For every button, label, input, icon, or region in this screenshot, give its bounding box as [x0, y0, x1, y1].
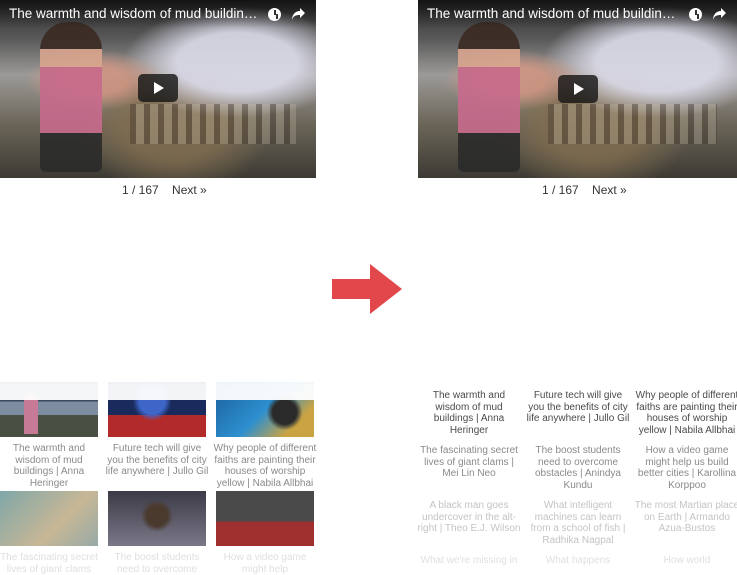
- video-caption[interactable]: The boost students need to overcome: [104, 552, 210, 575]
- video-caption[interactable]: Future tech will give you the benefits o…: [525, 390, 631, 425]
- video-caption[interactable]: How a video game might help: [212, 552, 318, 575]
- pager: 1 / 167 Next »: [542, 183, 627, 197]
- share-icon[interactable]: [291, 7, 306, 21]
- video-caption[interactable]: The most Martian place on Earth | Armand…: [634, 500, 737, 535]
- video-caption[interactable]: Why people of different faiths are paint…: [212, 443, 318, 489]
- clock-icon[interactable]: [689, 8, 702, 21]
- background-crowd: [130, 104, 296, 144]
- video-player[interactable]: The warmth and wisdom of mud buildings |…: [418, 0, 737, 178]
- speaker-figure: [458, 22, 520, 172]
- right-panel: The warmth and wisdom of mud buildings |…: [417, 0, 737, 566]
- video-title[interactable]: The warmth and wisdom of mud buildings |…: [9, 6, 258, 21]
- video-caption[interactable]: The boost students need to overcome obst…: [525, 445, 631, 491]
- video-thumbnail[interactable]: [108, 491, 206, 546]
- play-button[interactable]: [558, 75, 598, 103]
- video-caption[interactable]: The fascinating secret lives of giant cl…: [0, 552, 102, 575]
- video-thumbnail[interactable]: [216, 491, 314, 546]
- play-button[interactable]: [138, 74, 178, 102]
- video-caption[interactable]: How world: [634, 555, 737, 567]
- arrow-right-icon: [332, 264, 402, 314]
- next-page-link[interactable]: Next »: [592, 183, 627, 197]
- video-thumbnail[interactable]: [108, 382, 206, 437]
- next-page-link[interactable]: Next »: [172, 183, 207, 197]
- video-caption[interactable]: What we're missing in: [416, 555, 522, 567]
- left-panel: The warmth and wisdom of mud buildings |…: [0, 0, 316, 575]
- video-caption[interactable]: The warmth and wisdom of mud buildings |…: [0, 443, 102, 489]
- page-indicator: 1 / 167: [122, 183, 159, 197]
- video-caption[interactable]: Why people of different faiths are paint…: [634, 390, 737, 436]
- video-caption[interactable]: How a video game might help us build bet…: [634, 445, 737, 491]
- video-caption[interactable]: What happens: [525, 555, 631, 567]
- background-crowd: [548, 104, 717, 144]
- pager: 1 / 167 Next »: [122, 183, 207, 197]
- video-title[interactable]: The warmth and wisdom of mud buildings |…: [427, 6, 679, 21]
- video-thumbnail[interactable]: [0, 382, 98, 437]
- video-caption[interactable]: The warmth and wisdom of mud buildings |…: [416, 390, 522, 436]
- video-caption[interactable]: Future tech will give you the benefits o…: [104, 443, 210, 478]
- video-caption[interactable]: What intelligent machines can learn from…: [525, 500, 631, 546]
- page-indicator: 1 / 167: [542, 183, 579, 197]
- video-caption[interactable]: The fascinating secret lives of giant cl…: [416, 445, 522, 480]
- clock-icon[interactable]: [268, 8, 281, 21]
- video-caption[interactable]: A black man goes undercover in the alt-r…: [416, 500, 522, 535]
- video-thumbnail[interactable]: [0, 491, 98, 546]
- video-player[interactable]: The warmth and wisdom of mud buildings |…: [0, 0, 316, 178]
- video-thumbnail[interactable]: [216, 382, 314, 437]
- speaker-figure: [40, 22, 102, 172]
- share-icon[interactable]: [712, 7, 727, 21]
